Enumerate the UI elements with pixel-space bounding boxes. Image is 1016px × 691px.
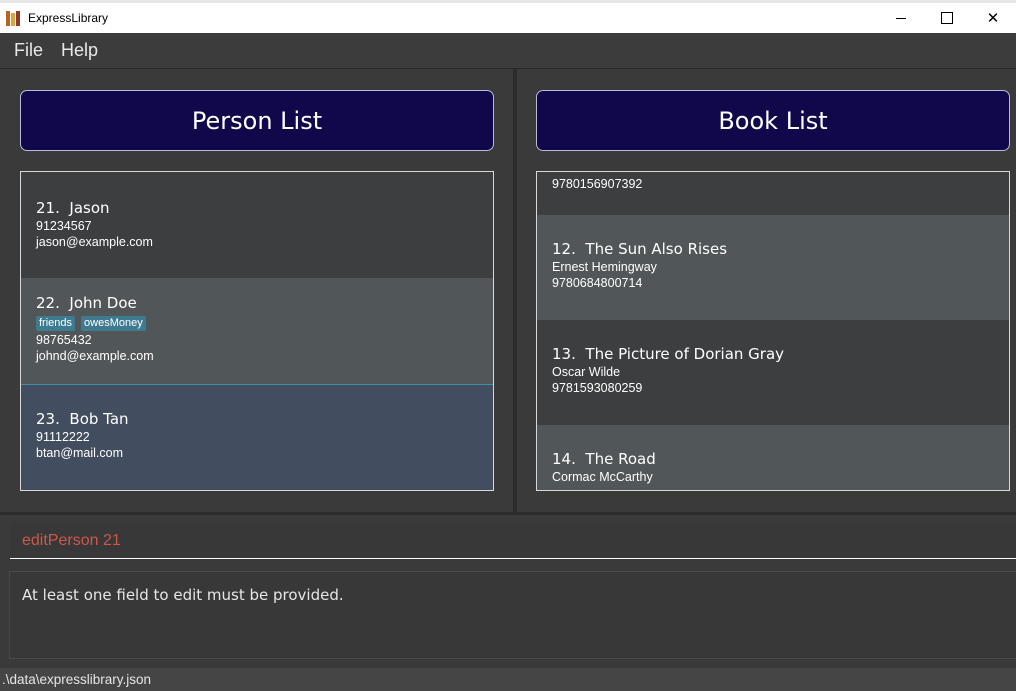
- person-phone: 98765432: [36, 333, 92, 347]
- result-message[interactable]: At least one field to edit must be provi…: [9, 571, 1016, 659]
- tag-badge: owesMoney: [81, 316, 146, 331]
- result-display: At least one field to edit must be provi…: [0, 567, 1016, 663]
- book-title: The Road: [585, 450, 656, 468]
- minimize-icon[interactable]: [878, 3, 924, 33]
- book-isbn: 9781593080259: [552, 381, 643, 395]
- book-isbn: 9780156907392: [552, 177, 643, 191]
- window-controls: ✕: [878, 3, 1016, 33]
- person-card[interactable]: 22. John Doe friends owesMoney 98765432 …: [21, 278, 493, 384]
- window-title: ExpressLibrary: [28, 11, 109, 25]
- person-list[interactable]: 21. Jason 91234567 jason@example.com 22.…: [20, 171, 494, 491]
- book-title-line: 14. The Road: [552, 450, 1009, 468]
- book-index: 13.: [552, 345, 576, 363]
- person-name-line: 23. Bob Tan: [36, 410, 493, 428]
- split-divider[interactable]: [513, 69, 517, 512]
- book-title-line: 12. The Sun Also Rises: [552, 240, 1009, 258]
- person-card[interactable]: 21. Jason 91234567 jason@example.com: [21, 172, 493, 278]
- book-index: 12.: [552, 240, 576, 258]
- person-email: jason@example.com: [36, 235, 153, 249]
- book-author: Oscar Wilde: [552, 365, 621, 379]
- person-name-line: 22. John Doe: [36, 294, 493, 312]
- person-phone: 91112222: [36, 430, 90, 444]
- book-author: Cormac McCarthy: [552, 470, 653, 484]
- book-list[interactable]: 9780156907392 12. The Sun Also Rises Ern…: [536, 171, 1010, 491]
- person-email: johnd@example.com: [36, 349, 154, 363]
- books-app-icon: [6, 10, 22, 26]
- book-title: The Sun Also Rises: [585, 240, 728, 258]
- book-isbn: 9780684800714: [552, 276, 643, 290]
- book-title-line: 13. The Picture of Dorian Gray: [552, 345, 1009, 363]
- person-phone: 91234567: [36, 219, 92, 233]
- person-list-header: Person List: [20, 90, 494, 151]
- tag-badge: friends: [36, 316, 76, 331]
- title-bar[interactable]: ExpressLibrary ✕: [0, 3, 1016, 33]
- book-index: 14.: [552, 450, 576, 468]
- book-title: The Picture of Dorian Gray: [585, 345, 785, 363]
- person-index: 23.: [36, 410, 60, 428]
- person-name: John Doe: [69, 294, 137, 312]
- maximize-icon[interactable]: [924, 3, 970, 33]
- menu-bar: File Help: [0, 33, 1016, 69]
- status-bar: .\data\expresslibrary.json: [0, 668, 1016, 691]
- book-list-header: Book List: [536, 90, 1010, 151]
- book-card[interactable]: 12. The Sun Also Rises Ernest Hemingway …: [537, 215, 1009, 320]
- command-box: [0, 515, 1016, 567]
- person-name: Jason: [69, 199, 110, 217]
- command-input[interactable]: [10, 523, 1016, 559]
- person-tags: friends owesMoney: [36, 316, 493, 331]
- book-card[interactable]: 14. The Road Cormac McCarthy: [537, 425, 1009, 490]
- book-card[interactable]: 13. The Picture of Dorian Gray Oscar Wil…: [537, 320, 1009, 425]
- person-index: 22.: [36, 294, 60, 312]
- person-index: 21.: [36, 199, 60, 217]
- book-card[interactable]: 9780156907392: [537, 172, 1009, 215]
- person-email: btan@mail.com: [36, 446, 124, 460]
- menu-file[interactable]: File: [0, 40, 52, 61]
- status-file-path: .\data\expresslibrary.json: [2, 672, 152, 687]
- person-card-selected[interactable]: 23. Bob Tan 91112222 btan@mail.com: [21, 384, 493, 490]
- book-author: Ernest Hemingway: [552, 260, 657, 274]
- person-name-line: 21. Jason: [36, 199, 493, 217]
- menu-help[interactable]: Help: [52, 40, 107, 61]
- main-split-pane: Person List Book List 21. Jason 91234567…: [0, 69, 1016, 512]
- person-name: Bob Tan: [69, 410, 129, 428]
- close-icon[interactable]: ✕: [970, 3, 1016, 33]
